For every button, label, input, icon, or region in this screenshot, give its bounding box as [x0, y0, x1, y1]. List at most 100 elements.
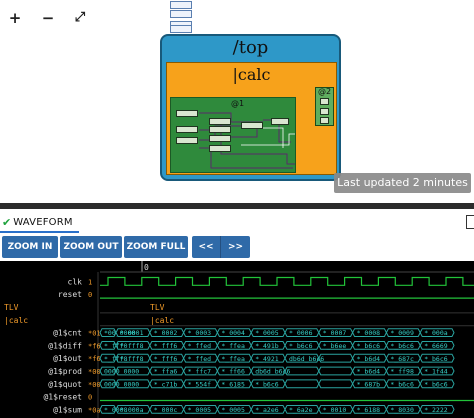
vector-segment-label: *_fff8 — [120, 342, 144, 350]
mini-node — [170, 25, 192, 33]
signal-name: @1$out — [53, 354, 82, 363]
zoom-out-icon[interactable]: − — [40, 8, 56, 28]
vector-segment-label: *_b6c6 — [289, 342, 313, 350]
vector-segment-label: *_1f44 — [424, 368, 448, 376]
signal-value: *0a — [88, 406, 101, 414]
signal-value: *00 — [88, 381, 101, 389]
zoom-in-button[interactable]: ZOOM IN — [2, 236, 58, 258]
scope-name: |calc — [4, 316, 28, 325]
check-icon: ✔ — [2, 215, 12, 229]
zoom-full-button[interactable]: ZOOM FULL — [124, 236, 188, 258]
calc-module-box[interactable]: |calc @1 @2 — [166, 62, 337, 175]
vector-segment-label: *_b6c6 — [255, 380, 279, 388]
output-stage-box[interactable]: @2 — [315, 87, 334, 126]
vector-segment-label: *_ffed — [188, 342, 212, 350]
signal-value: *01 — [88, 330, 101, 338]
top-module-box[interactable]: /top |calc @1 @2 — [160, 34, 341, 181]
signal-name: @1$quot — [48, 380, 82, 389]
vector-segment-label: *_b6ee — [323, 342, 347, 350]
vector-segment-label: *_554f — [188, 380, 212, 388]
signal-name: @1$reset — [43, 393, 82, 402]
vector-segment-label: 0000_0000 — [104, 380, 139, 388]
vector-segment-label: *_fff8 — [120, 355, 144, 363]
vector-segment-label: *_c71b — [154, 380, 178, 388]
vector-segment-label: 0000_0000 — [104, 368, 139, 376]
signal-node[interactable] — [209, 118, 231, 125]
vector-segment-label: *_b6d4 — [357, 368, 381, 376]
signal-node[interactable] — [176, 110, 198, 117]
signal-name: clk — [68, 277, 83, 286]
vector-segment-label: *_ff66 — [221, 368, 245, 376]
signal-value: 1 — [88, 278, 92, 286]
vector-segment-label: *_b6c6 — [424, 380, 448, 388]
signal-name: @1$diff — [48, 341, 82, 350]
next-button[interactable]: >> — [221, 236, 250, 258]
signal-value: 0 — [88, 394, 92, 402]
waveform-canvas[interactable]: 0clk 1reset 0TLV TLV|calc |calc@1$cnt *01 *00_… — [0, 261, 474, 418]
panel-expand-icon[interactable] — [466, 215, 474, 229]
last-updated-toast: Last updated 2 minutes ago — [334, 173, 471, 203]
output-node[interactable] — [320, 117, 329, 124]
diagram-viewer[interactable]: + − ⤢ /top |calc @1 @2 Last updated 2 mi… — [0, 0, 474, 203]
vector-segment-label: *_0006 — [289, 329, 313, 337]
vector-segment-label: *_ffc7 — [188, 368, 212, 376]
vector-segment-label: *_ffa6 — [154, 368, 178, 376]
vector-segment-label: *_0005 — [221, 406, 245, 414]
zoom-in-icon[interactable]: + — [7, 8, 23, 28]
mini-node — [170, 10, 192, 18]
vector-segment-label: *_000a — [424, 329, 448, 337]
scope-name: TLV — [4, 303, 19, 312]
signal-value: *00 — [88, 368, 101, 376]
signal-node[interactable] — [209, 135, 231, 142]
calc-module-title: |calc — [232, 65, 271, 84]
signal-value: 0 — [88, 291, 92, 299]
vector-segment-label: *_687c — [390, 355, 414, 363]
vector-segment-label: *_6669 — [424, 342, 448, 350]
output-node[interactable] — [320, 108, 329, 115]
vector-segment-label: *_0009 — [390, 329, 414, 337]
logic-stage-box[interactable]: @1 — [170, 97, 296, 173]
waveform-viewer[interactable]: 0 clk 1 reset 0 TLV TLV |calc |calc @1$cnt *01 *00_… — [0, 261, 474, 418]
vector-segment-label: *_b6c6 — [424, 355, 448, 363]
vector-segment-label: *_8030 — [390, 406, 414, 414]
prev-button[interactable]: << — [192, 236, 221, 258]
signal-node[interactable] — [241, 122, 263, 129]
vector-segment-label: *_6185 — [221, 380, 245, 388]
vector-segment-label: *_4921 — [255, 355, 279, 363]
zoom-out-button[interactable]: ZOOM OUT — [60, 236, 122, 258]
vector-segment-label: *_ffea — [221, 355, 245, 363]
time-marker-label: 0 — [144, 263, 149, 272]
vector-segment-label: *_0004 — [221, 329, 245, 337]
waveform-toolbar: ZOOM IN ZOOM OUT ZOOM FULL << >> — [0, 233, 474, 261]
vector-segment — [318, 379, 354, 389]
vector-segment-label: *_000c — [154, 406, 178, 414]
fit-screen-icon[interactable]: ⤢ — [72, 8, 88, 28]
vector-segment-label: *_491b — [255, 342, 279, 350]
output-node[interactable] — [320, 98, 329, 105]
logic-stage-label: @1 — [231, 99, 245, 108]
signal-node[interactable] — [176, 126, 198, 133]
signal-node[interactable] — [176, 137, 198, 144]
tab-waveform[interactable]: ✔ WAVEFORM — [0, 213, 79, 233]
vector-segment-label: *_0008 — [357, 329, 381, 337]
signal-node[interactable] — [271, 118, 289, 125]
tab-waveform-label: WAVEFORM — [13, 216, 73, 228]
signal-name: @1$cnt — [53, 329, 82, 338]
vector-segment-label: *_fff6 — [154, 355, 178, 363]
vector-segment-label: *_000a — [120, 406, 144, 414]
panel-tab-bar: ✔ WAVEFORM — [0, 203, 474, 233]
vector-segment-label: *_0003 — [188, 329, 212, 337]
vector-segment-label: *_0001 — [120, 329, 144, 337]
vector-segment-label: *_0005 — [255, 329, 279, 337]
signal-name: @1$sum — [53, 405, 82, 414]
vector-segment-label: *_0007 — [323, 329, 347, 337]
scope-label: TLV — [150, 303, 165, 312]
signal-node[interactable] — [209, 126, 231, 133]
clock-waveform — [100, 276, 474, 286]
scope-label: |calc — [150, 316, 174, 325]
signal-node[interactable] — [209, 145, 231, 152]
ide-window: + − ⤢ /top |calc @1 @2 Last updated 2 mi… — [0, 0, 474, 418]
vector-segment-label: *_b6c6 — [390, 342, 414, 350]
signal-name: reset — [58, 290, 82, 299]
vector-segment-label: *_fff6 — [154, 342, 178, 350]
